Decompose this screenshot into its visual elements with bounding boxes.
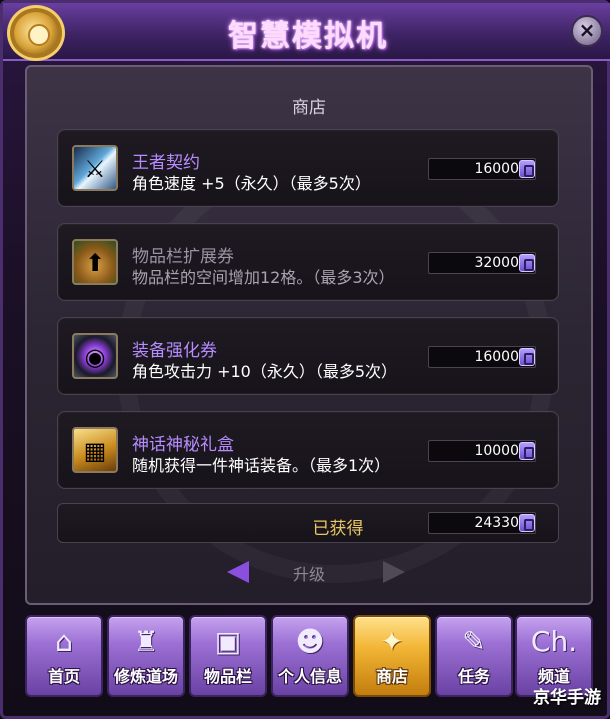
quest-scroll-icon: ✎: [462, 625, 486, 658]
shop-panel: 商店 ⚔ 王者契约 角色速度 +5（永久）（最多5次） 16000 ⬆ 物品栏扩…: [25, 65, 593, 605]
shop-title: 商店: [292, 98, 326, 118]
channel-icon: Ch.: [530, 625, 578, 658]
nav-label: 首页: [47, 667, 80, 686]
nav-label: 个人信息: [277, 667, 342, 686]
app-window: 智慧模拟机 × 商店 ⚔ 王者契约 角色速度 +5（永久）（最多5次） 1600…: [0, 0, 610, 719]
currency-icon: [519, 442, 535, 460]
inventory-icon: ▣: [214, 625, 242, 658]
home-icon: ⌂: [55, 625, 73, 658]
nav-dojo-button[interactable]: ♜ 修炼道场: [107, 615, 185, 697]
chest-icon: ▦: [72, 427, 118, 473]
nav-profile-button[interactable]: ☻ 个人信息: [271, 615, 349, 697]
nav-label: 商店: [375, 667, 408, 686]
currency-icon: [519, 254, 535, 272]
shop-item-mythic-box[interactable]: ▦ 神话神秘礼盒 随机获得一件神话装备。（最多1次） 10000: [57, 411, 559, 489]
nav-quest-button[interactable]: ✎ 任务: [435, 615, 513, 697]
profile-icon: ☻: [295, 625, 325, 658]
price-box: 10000: [428, 440, 536, 462]
upgrade-label: 升级: [292, 565, 325, 584]
close-button[interactable]: ×: [571, 15, 603, 47]
upgrade-pager: 升级: [27, 557, 591, 587]
shop-item-equipment-enhance[interactable]: ◉ 装备强化券 角色攻击力 +10（永久）（最多5次） 16000: [57, 317, 559, 395]
bag-icon: ⬆: [72, 239, 118, 285]
item-desc: 角色攻击力 +10（永久）（最多5次）: [132, 362, 398, 381]
item-desc: 物品栏的空间增加12格。（最多3次）: [132, 268, 395, 287]
item-price: 16000: [474, 349, 519, 365]
currency-icon: [519, 348, 535, 366]
shop-item-king-contract[interactable]: ⚔ 王者契约 角色速度 +5（永久）（最多5次） 16000: [57, 129, 559, 207]
price-box: 32000: [428, 252, 536, 274]
window-title: 智慧模拟机: [228, 19, 388, 54]
nav-label: 物品栏: [203, 667, 252, 686]
gem-icon: ◉: [72, 333, 118, 379]
dojo-icon: ♜: [133, 625, 159, 658]
nav-label: 修炼道场: [113, 667, 178, 686]
watermark-text: 京华手游: [533, 688, 601, 708]
sword-icon: ⚔: [72, 145, 118, 191]
nav-shop-button[interactable]: ✦ 商店: [353, 615, 431, 697]
item-desc: 角色速度 +5（永久）（最多5次）: [132, 174, 371, 193]
next-arrow-icon[interactable]: [383, 561, 405, 583]
currency-icon: [519, 514, 535, 532]
shop-item-inventory-expansion[interactable]: ⬆ 物品栏扩展券 物品栏的空间增加12格。（最多3次） 32000: [57, 223, 559, 301]
item-desc: 随机获得一件神话装备。（最多1次）: [132, 456, 391, 475]
obtained-row: 已获得 24330: [57, 503, 559, 543]
price-box: 16000: [428, 158, 536, 180]
nav-label: 任务: [457, 667, 490, 686]
item-price: 32000: [474, 255, 519, 271]
obtained-value: 24330: [474, 515, 519, 531]
currency-icon: [519, 160, 535, 178]
obtained-box: 24330: [428, 512, 536, 534]
nav-inventory-button[interactable]: ▣ 物品栏: [189, 615, 267, 697]
title-bar: 智慧模拟机 ×: [3, 3, 610, 61]
price-box: 16000: [428, 346, 536, 368]
item-price: 16000: [474, 161, 519, 177]
bottom-nav: ⌂ 首页 ♜ 修炼道场 ▣ 物品栏 ☻ 个人信息 ✦ 商店 ✎ 任务 Ch. 频…: [25, 611, 593, 701]
shop-icon: ✦: [380, 625, 404, 658]
item-price: 10000: [474, 443, 519, 459]
nav-home-button[interactable]: ⌂ 首页: [25, 615, 103, 697]
